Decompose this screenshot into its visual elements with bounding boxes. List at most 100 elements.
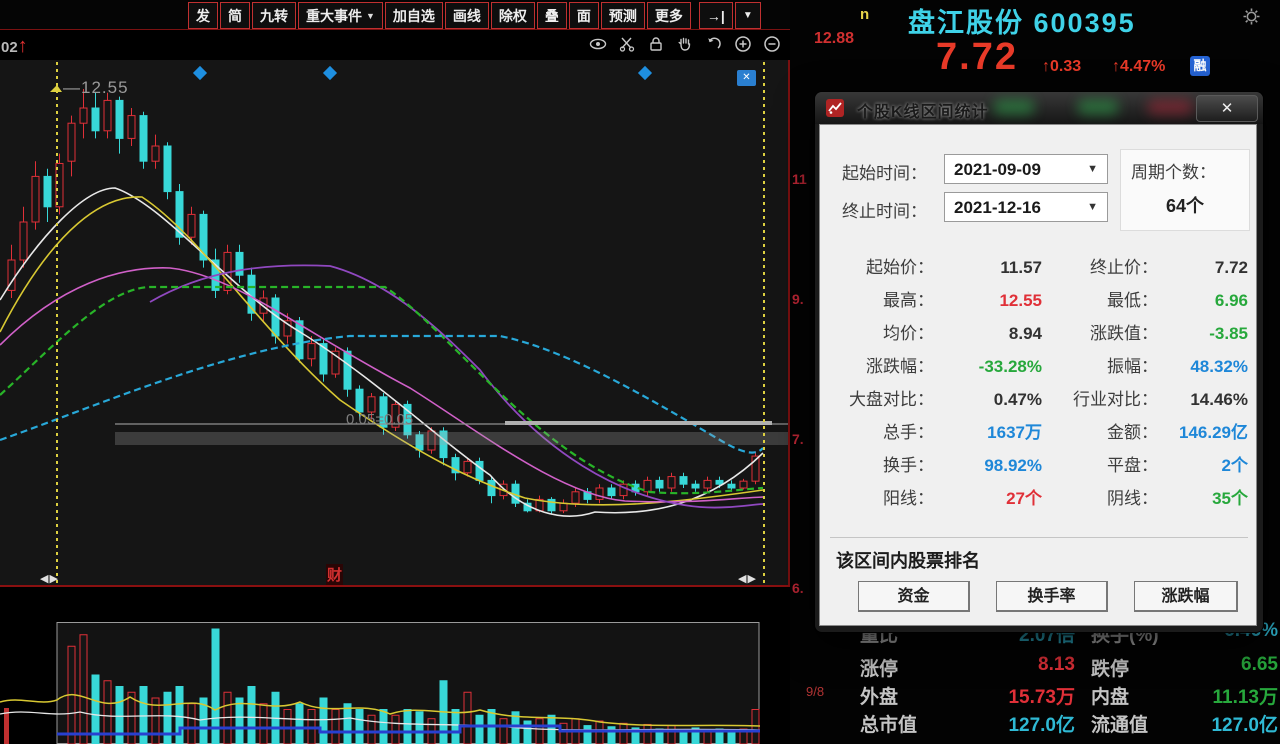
stat-label: 总手： [830,416,934,449]
stat-row: 大盘对比：0.47%行业对比：14.46% [830,383,1248,416]
lock-icon[interactable] [646,34,666,54]
stat-value: 35个 [1158,482,1248,515]
gear-icon[interactable] [1242,7,1261,31]
toolbar-button-5[interactable]: 画线 [445,2,489,29]
period-count-box: 周期个数： 64个 [1120,149,1250,231]
main-toolbar: 发简九转重大事件▼加自选画线除权叠面预测更多 →|▼ [0,0,790,30]
quote-label: 外盘 [860,682,898,709]
stat-label: 阳线： [830,482,934,515]
kline-range-stats-dialog: 个股K线区间统计 ✕ 起始时间： 2021-09-09▼ 终止时间： 2021-… [815,92,1263,632]
jump-button[interactable]: →| [699,2,733,29]
stat-value: 8.94 [934,317,1042,350]
stat-value: 7.72 [1158,251,1248,284]
range-handle-right[interactable]: ◀▶ [738,572,757,585]
volume-panel[interactable] [0,622,790,744]
price-change-percent: ↑4.47% [1112,58,1165,76]
stat-value: 2个 [1158,449,1248,482]
dialog-close-button[interactable]: ✕ [1196,95,1258,122]
stats-grid: 起始价：11.57终止价：7.72最高：12.55最低：6.96均价：8.94涨… [830,251,1248,515]
quote-label: 跌停 [1091,654,1129,681]
toolbar-button-1[interactable]: 简 [220,2,250,29]
dialog-titlebar[interactable]: 个股K线区间统计 ✕ [815,92,1263,124]
stat-label: 行业对比： [1042,383,1158,416]
stat-row: 阳线：27个阴线：35个 [830,482,1248,515]
current-price: 7.72 [936,36,1018,79]
turnover-button[interactable]: 换手率 [996,581,1108,612]
stat-value: 27个 [934,482,1042,515]
quote-row: 外盘15.73万内盘11.13万 [790,682,1280,706]
chart-axis-line [0,585,790,587]
change-pct-button[interactable]: 涨跌幅 [1134,581,1238,612]
volume-canvas [0,622,790,744]
axis-top-value: 12.88 [814,30,854,48]
decor-blob [1077,99,1119,115]
toolbar-button-6[interactable]: 除权 [491,2,535,29]
hand-icon[interactable] [675,34,695,54]
quote-value: 15.73万 [930,682,1075,709]
toolbar-button-8[interactable]: 面 [569,2,599,29]
undo-icon[interactable] [704,34,724,54]
chart-tools [588,34,782,54]
stat-label: 终止价： [1042,251,1158,284]
stat-row: 均价：8.94涨跌值：-3.85 [830,317,1248,350]
stat-value: 0.47% [934,383,1042,416]
start-date-select[interactable]: 2021-09-09▼ [944,154,1108,184]
toolbar-buttons: 发简九转重大事件▼加自选画线除权叠面预测更多 →|▼ [188,2,761,29]
stat-value: 14.46% [1158,383,1248,416]
stat-label: 换手： [830,449,934,482]
toolbar-more-arrow[interactable]: ▼ [735,2,761,29]
chart-tool-row: 02↑ [0,31,790,59]
period-count-label: 周期个数： [1131,158,1216,183]
kline-chart[interactable]: —12.55 0.05=0.05 ✕ 财 ◀▶ ◀▶ [0,60,790,585]
stat-row: 涨跌幅：-33.28%振幅：48.32% [830,350,1248,383]
divider [830,537,1248,538]
new-stock-badge: n [860,6,869,23]
stat-label: 最低： [1042,284,1158,317]
high-price-label: —12.55 [63,78,129,98]
toolbar-button-7[interactable]: 叠 [537,2,567,29]
stat-value: 146.29亿 [1158,416,1248,449]
stat-label: 振幅： [1042,350,1158,383]
quote-value: 6.65 [1140,654,1278,676]
toolbar-button-4[interactable]: 加自选 [385,2,443,29]
stat-value: 48.32% [1158,350,1248,383]
stat-value: 12.55 [934,284,1042,317]
toolbar-button-9[interactable]: 预测 [601,2,645,29]
chart-close-button[interactable]: ✕ [737,70,756,86]
toolbar-button-2[interactable]: 九转 [252,2,296,29]
price-change: ↑0.33 [1042,58,1081,76]
stat-row: 最高：12.55最低：6.96 [830,284,1248,317]
chevron-down-icon: ▼ [1087,201,1098,213]
zoom-in-icon[interactable] [733,34,753,54]
stat-label: 起始价： [830,251,934,284]
chevron-down-icon: ▼ [1087,163,1098,175]
quote-row: 涨停8.13跌停6.65 [790,654,1280,678]
toolbar-button-3[interactable]: 重大事件▼ [298,2,383,29]
end-date-select[interactable]: 2021-12-16▼ [944,192,1108,222]
stat-value: -3.85 [1158,317,1248,350]
stat-row: 起始价：11.57终止价：7.72 [830,251,1248,284]
stat-label: 均价： [830,317,934,350]
quote-row: 总市值127.0亿流通值127.0亿 [790,710,1280,734]
quote-label: 涨停 [860,654,898,681]
eye-icon[interactable] [588,34,608,54]
stat-row: 总手：1637万金额：146.29亿 [830,416,1248,449]
stock-title: 盘江股份 600395 [908,1,1228,40]
start-time-label: 起始时间： [842,159,927,184]
dialog-title: 个股K线区间统计 [857,98,989,122]
stat-label: 大盘对比： [830,383,934,416]
toolbar-button-10[interactable]: 更多 [647,2,691,29]
range-handle-left[interactable]: ◀▶ [40,572,59,585]
dialog-app-icon [825,98,845,123]
quote-value: 127.0亿 [930,710,1075,737]
toolbar-button-0[interactable]: 发 [188,2,218,29]
stat-label: 涨跌值： [1042,317,1158,350]
zoom-out-icon[interactable] [762,34,782,54]
scissors-icon[interactable] [617,34,637,54]
price-axis-tick: 11 [792,171,807,187]
funds-button[interactable]: 资金 [858,581,970,612]
quote-value: 11.13万 [1140,682,1278,709]
dialog-body: 起始时间： 2021-09-09▼ 终止时间： 2021-12-16▼ 周期个数… [819,124,1257,626]
stat-value: 98.92% [934,449,1042,482]
stat-label: 最高： [830,284,934,317]
